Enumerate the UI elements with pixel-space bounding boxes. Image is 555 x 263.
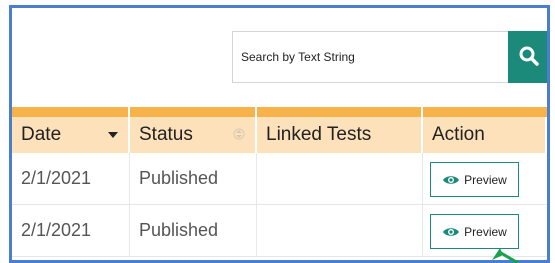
sort-unsorted-icon[interactable] (233, 127, 245, 141)
cell-linked-tests (257, 153, 423, 204)
results-table: Date Status Linked Tests Action 2/1/2021… (12, 107, 547, 257)
cell-date: 2/1/2021 (12, 153, 130, 204)
cell-linked-tests (257, 205, 423, 256)
column-header-action-label: Action (432, 124, 485, 145)
column-header-status-label: Status (139, 124, 193, 145)
search-button[interactable] (508, 31, 547, 83)
eye-icon (443, 227, 460, 236)
table-row: 2/1/2021 Published Preview (12, 205, 547, 257)
search-box (232, 31, 508, 83)
eye-icon (443, 175, 460, 184)
sort-descending-icon[interactable] (108, 132, 118, 138)
cell-action: Preview (423, 205, 547, 256)
table-header: Date Status Linked Tests Action (12, 117, 547, 153)
cell-status: Published (130, 153, 257, 204)
column-header-status[interactable]: Status (130, 117, 257, 153)
panel-frame: Date Status Linked Tests Action 2/1/2021… (9, 5, 550, 263)
column-header-linked-tests-label: Linked Tests (266, 124, 372, 145)
table-header-strip (12, 107, 547, 117)
cell-status: Published (130, 205, 257, 256)
preview-button-label: Preview (464, 224, 507, 239)
column-header-action: Action (423, 117, 547, 153)
table-row: 2/1/2021 Published Preview (12, 153, 547, 205)
cell-action: Preview (423, 153, 547, 204)
preview-button-label: Preview (464, 172, 507, 187)
column-header-date[interactable]: Date (12, 117, 130, 153)
search-icon (519, 46, 539, 66)
column-header-date-label: Date (21, 124, 62, 145)
cell-date: 2/1/2021 (12, 205, 130, 256)
preview-button[interactable]: Preview (430, 214, 519, 249)
column-header-linked-tests: Linked Tests (257, 117, 423, 153)
preview-button[interactable]: Preview (430, 162, 519, 197)
pointer-arrow-icon (492, 248, 519, 263)
search-input[interactable] (233, 32, 508, 82)
